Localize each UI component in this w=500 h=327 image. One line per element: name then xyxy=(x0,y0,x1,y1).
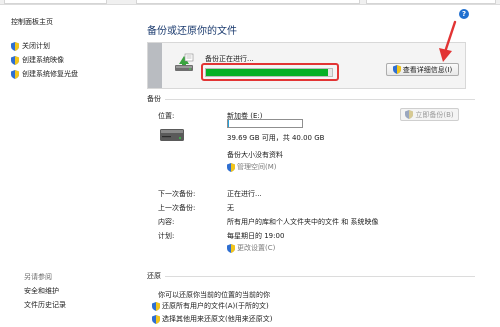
sidebar-item-label: 创建系统映像 xyxy=(22,56,64,64)
shield-icon xyxy=(11,55,19,65)
backup-progress-bar xyxy=(205,68,333,77)
main-content: 备份或还原你的文件 备份正在进行... 查看详细信息(I) 备份 位置: 新加卷… xyxy=(137,5,500,327)
control-panel-home-link[interactable]: 控制面板主页 xyxy=(11,17,53,27)
sidebar-item-turn-off-schedule[interactable]: 关闭计划 xyxy=(11,41,50,51)
sidebar-item-label: 关闭计划 xyxy=(22,42,50,50)
backup-now-label: 立即备份(B) xyxy=(415,110,454,119)
view-details-label: 查看详细信息(I) xyxy=(402,65,453,74)
drive-capacity-bar xyxy=(227,119,303,128)
manage-space-label: 管理空间(M) xyxy=(237,163,277,171)
shield-icon xyxy=(11,69,19,79)
change-settings-label: 更改设置(C) xyxy=(237,244,276,252)
next-backup-value: 正在进行... xyxy=(227,190,262,198)
shield-icon xyxy=(11,41,19,51)
sidebar-item-security-maintenance[interactable]: 安全和维护 xyxy=(24,286,59,296)
change-settings-link[interactable]: 更改设置(C) xyxy=(227,243,275,253)
select-other-backup-label: 选择其他用来还原文(他用来还原文) xyxy=(162,315,273,323)
see-also-heading: 另请参阅 xyxy=(24,273,52,281)
sidebar-item-label: 创建系统修复光盘 xyxy=(22,70,78,78)
sidebar-item-create-repair-disc[interactable]: 创建系统修复光盘 xyxy=(11,69,78,79)
address-bar-segment[interactable] xyxy=(4,0,107,4)
location-label: 位置: xyxy=(158,112,175,120)
manage-space-link[interactable]: 管理空间(M) xyxy=(227,162,277,172)
sidebar-item-file-history[interactable]: 文件历史记录 xyxy=(24,300,66,310)
sidebar: 控制面板主页 关闭计划 创建系统映像 创建系统修复光盘 另请参阅 安全和维护 文… xyxy=(0,5,137,327)
backup-progress-fill xyxy=(206,69,329,76)
backup-section-heading: 备份 xyxy=(147,95,161,103)
hard-drive-icon xyxy=(160,129,184,141)
restore-description: 你可以还原你当前的位置的当前的你 xyxy=(158,291,270,299)
restore-all-users-label: 还原所有用户的文件(A)(于所的文) xyxy=(162,302,269,310)
backup-drive-icon xyxy=(175,53,194,71)
last-backup-value: 无 xyxy=(227,204,234,212)
page-title: 备份或还原你的文件 xyxy=(147,26,237,37)
section-divider xyxy=(165,99,475,100)
drive-capacity-fill xyxy=(228,120,229,127)
next-backup-label: 下一次备份: xyxy=(158,190,196,198)
contents-label: 内容: xyxy=(158,218,175,226)
backup-restore-window: ? 控制面板主页 关闭计划 创建系统映像 创建系统修复光盘 另请参阅 安全和维护… xyxy=(0,0,500,327)
contents-value: 所有用户的库和个人文件夹中的文件 和 系统映像 xyxy=(227,218,379,226)
select-other-backup-link[interactable]: 选择其他用来还原文(他用来还原文) xyxy=(152,314,272,324)
address-bar[interactable] xyxy=(136,0,360,4)
search-box[interactable] xyxy=(366,0,496,4)
shield-icon xyxy=(227,162,235,172)
shield-icon xyxy=(227,243,235,253)
backup-now-button[interactable]: 立即备份(B) xyxy=(400,108,459,121)
restore-all-users-link[interactable]: 还原所有用户的文件(A)(于所的文) xyxy=(152,301,269,311)
section-divider xyxy=(165,276,475,277)
schedule-label: 计划: xyxy=(158,232,175,240)
shield-icon xyxy=(152,314,160,324)
drive-capacity-text: 39.69 GB 可用，共 40.00 GB xyxy=(227,134,325,142)
red-arrow-annotation xyxy=(439,20,457,62)
backup-progress-panel: 备份正在进行... 查看详细信息(I) xyxy=(147,42,466,89)
panel-accent-strip xyxy=(148,43,162,88)
shield-icon xyxy=(392,65,401,74)
shield-icon xyxy=(405,110,414,119)
last-backup-label: 上一次备份: xyxy=(158,204,196,212)
sidebar-item-create-system-image[interactable]: 创建系统映像 xyxy=(11,55,64,65)
restore-section-heading: 还原 xyxy=(147,272,161,280)
schedule-value: 每星期日的 19:00 xyxy=(227,232,285,240)
backup-size-text: 备份大小没有资料 xyxy=(227,151,283,159)
shield-icon xyxy=(152,301,160,311)
